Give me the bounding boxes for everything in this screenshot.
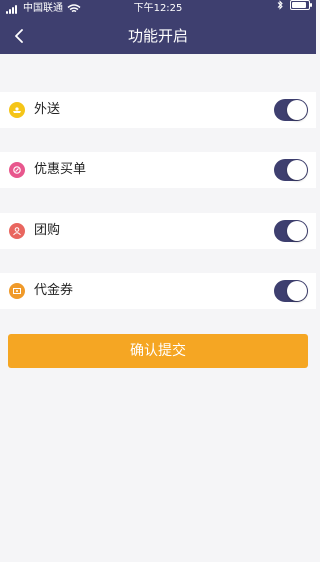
chevron-left-icon [15,29,23,43]
back-button[interactable] [8,25,30,47]
status-right [276,0,312,10]
battery-icon [290,0,312,10]
feature-row-delivery: 外送 [0,92,316,128]
feature-row-group-buy: 团购 [0,213,316,249]
voucher-icon [9,283,25,299]
voucher-toggle[interactable] [274,280,308,302]
nav-bar: 功能开启 [0,18,316,54]
app-header: 中国联通 下午12:25 功能开启 [0,0,316,54]
feature-label: 优惠买单 [34,162,87,177]
bluetooth-icon [277,0,283,10]
delivery-icon [9,102,25,118]
group-buy-icon [9,223,25,239]
delivery-toggle[interactable] [274,99,308,121]
page-title: 功能开启 [127,27,188,45]
status-bar: 中国联通 下午12:25 [0,0,316,18]
feature-label: 代金券 [34,283,74,298]
feature-label: 团购 [34,223,61,238]
status-time: 下午12:25 [133,3,183,14]
discount-toggle[interactable] [274,159,308,181]
feature-label: 外送 [34,102,61,117]
submit-button[interactable]: 确认提交 [8,334,308,368]
feature-row-voucher: 代金券 [0,273,316,309]
discount-icon [9,162,25,178]
feature-row-discount: 优惠买单 [0,152,316,188]
group-buy-toggle[interactable] [274,220,308,242]
